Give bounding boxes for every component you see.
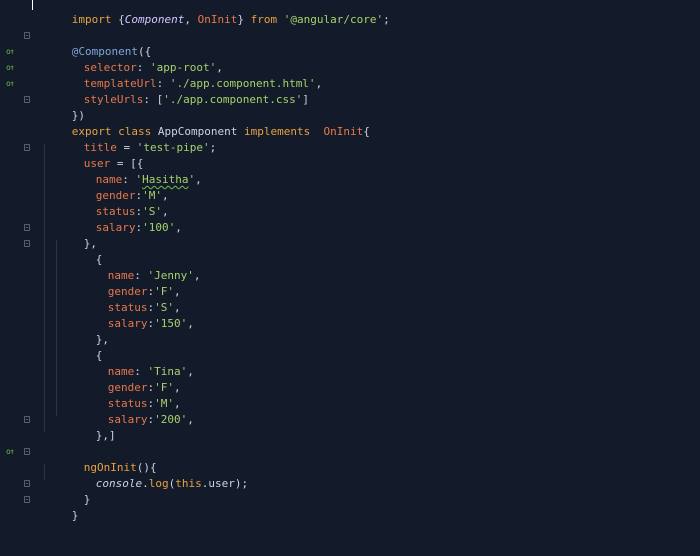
override-gutter-icon[interactable]: o↑ (6, 447, 20, 457)
fold-toggle-icon[interactable] (24, 480, 30, 487)
punctuation: } (71, 509, 79, 522)
code-line-10[interactable]: user = [{ (0, 140, 700, 170)
fold-toggle-icon[interactable] (24, 224, 30, 231)
punctuation: { (111, 13, 125, 26)
code-line-24[interactable]: gender:'F', (0, 364, 700, 394)
override-gutter-icon[interactable]: o↑ (6, 79, 20, 89)
code-line-11[interactable]: name: 'Hasitha', (0, 156, 700, 186)
code-line-32[interactable]: } (0, 492, 700, 522)
code-line-26[interactable]: salary:'200', (0, 396, 700, 426)
class-name: Component (124, 13, 185, 26)
fold-toggle-icon[interactable] (24, 416, 30, 423)
code-line-6[interactable]: o↑ styleUrls: ['./app.component.css'] (0, 76, 700, 106)
code-line-31[interactable]: } (0, 476, 700, 506)
string-literal: '@angular/core' (283, 13, 384, 26)
fold-toggle-icon[interactable] (24, 96, 30, 103)
code-line-3[interactable]: @Component({ (0, 28, 700, 58)
override-gutter-icon[interactable]: o↑ (6, 63, 20, 73)
fold-toggle-icon[interactable] (24, 144, 30, 151)
code-editor[interactable]: import {Component, OnInit} from '@angula… (0, 0, 700, 538)
code-line-12[interactable]: gender:'M', (0, 172, 700, 202)
code-line-19[interactable]: status:'S', (0, 284, 700, 314)
fold-toggle-icon[interactable] (24, 496, 30, 503)
code-line-5[interactable]: o↑ templateUrl: './app.component.html', (0, 60, 700, 90)
punctuation: , (184, 13, 198, 26)
code-line-4[interactable]: o↑ selector: 'app-root', (0, 44, 700, 74)
code-line-14[interactable]: salary:'100', (0, 204, 700, 234)
code-line-1[interactable]: import {Component, OnInit} from '@angula… (0, 0, 700, 26)
punctuation: } (237, 13, 251, 26)
override-gutter-icon[interactable]: o↑ (6, 47, 20, 57)
punctuation: ; (383, 13, 390, 26)
code-line-29[interactable]: o↑ ngOnInit(){ (0, 444, 700, 474)
keyword-import: import (71, 13, 112, 26)
code-line-7[interactable]: }) (0, 92, 700, 122)
code-line-18[interactable]: gender:'F', (0, 268, 700, 298)
fold-toggle-icon[interactable] (24, 240, 30, 247)
interface-name: OnInit (197, 13, 238, 26)
fold-toggle-icon[interactable] (24, 448, 30, 455)
code-line-23[interactable]: name: 'Tina', (0, 348, 700, 378)
code-line-30[interactable]: console.log(this.user); (0, 460, 700, 490)
code-line-16[interactable]: { (0, 236, 700, 266)
code-line-20[interactable]: salary:'150', (0, 300, 700, 330)
code-line-15[interactable]: }, (0, 220, 700, 250)
code-line-17[interactable]: name: 'Jenny', (0, 252, 700, 282)
punctuation (277, 13, 284, 26)
code-line-22[interactable]: { (0, 332, 700, 362)
fold-toggle-icon[interactable] (24, 32, 30, 39)
punctuation: },] (95, 429, 116, 442)
code-line-25[interactable]: status:'M', (0, 380, 700, 410)
code-line-13[interactable]: status:'S', (0, 188, 700, 218)
code-line-8[interactable]: export class AppComponent implements OnI… (0, 108, 700, 138)
keyword-from: from (250, 13, 278, 26)
code-line-9[interactable]: title = 'test-pipe'; (0, 124, 700, 154)
code-line-27[interactable]: },] (0, 412, 700, 442)
code-line-21[interactable]: }, (0, 316, 700, 346)
